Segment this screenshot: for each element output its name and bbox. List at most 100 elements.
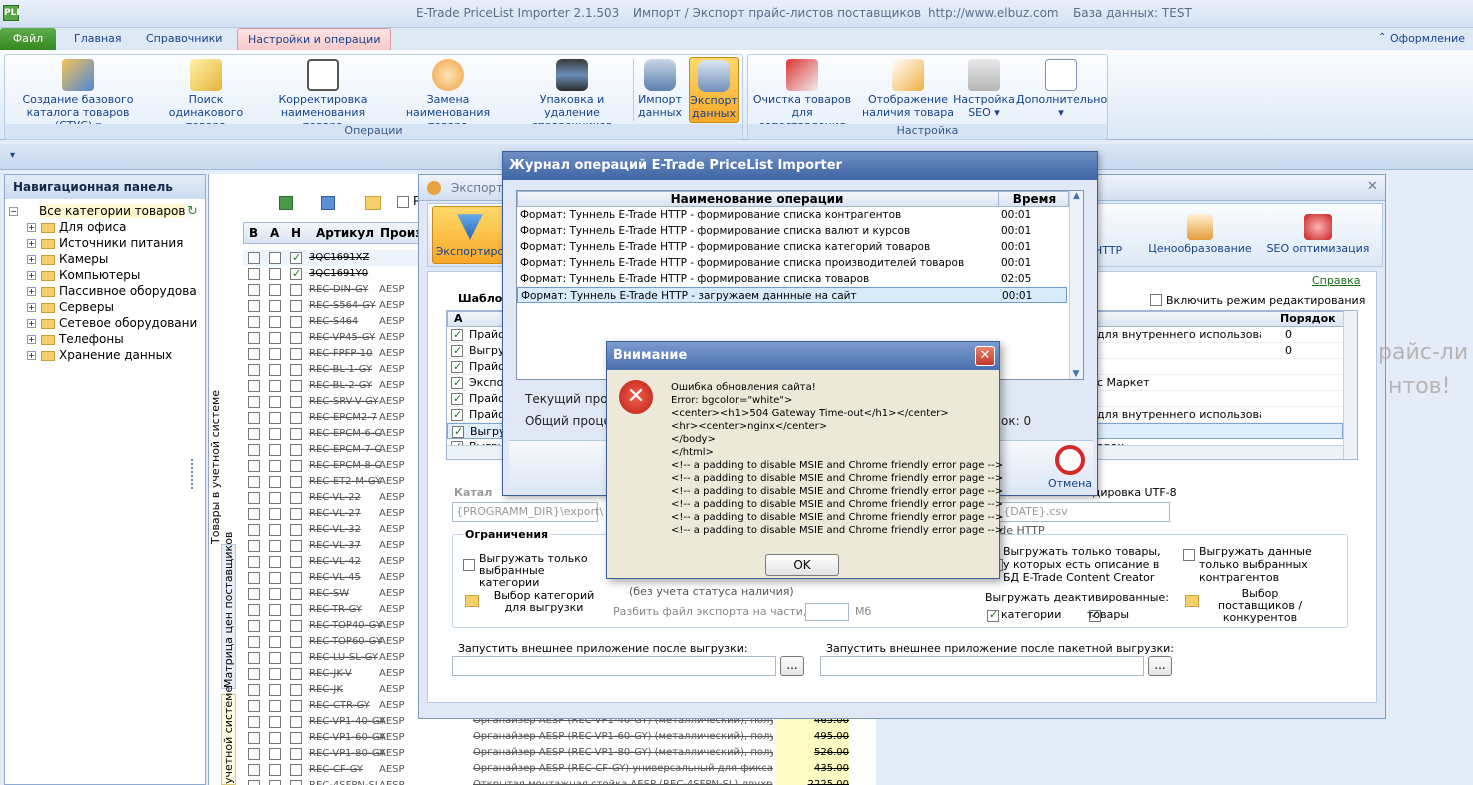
- table-row[interactable]: REC-CTR-GY AESP: [243, 698, 425, 714]
- row-checkbox-a[interactable]: [269, 428, 281, 440]
- expand-icon[interactable]: +: [27, 223, 36, 232]
- row-checkbox-v[interactable]: [248, 492, 260, 504]
- filter-checkbox[interactable]: [397, 196, 409, 208]
- row-checkbox-n[interactable]: [290, 700, 302, 712]
- row-checkbox-a[interactable]: [269, 732, 281, 744]
- quick-access-dropdown-icon[interactable]: ▾: [10, 150, 15, 161]
- column-header[interactable]: Н: [291, 223, 301, 243]
- row-checkbox-n[interactable]: [290, 364, 302, 376]
- collapse-icon[interactable]: −: [9, 207, 18, 216]
- row-checkbox-v[interactable]: [248, 348, 260, 360]
- row-checkbox-n[interactable]: [290, 492, 302, 504]
- row-checkbox-a[interactable]: [269, 636, 281, 648]
- row-checkbox-v[interactable]: [248, 604, 260, 616]
- tab-file[interactable]: Файл: [0, 28, 56, 50]
- row-checkbox-v[interactable]: [248, 364, 260, 376]
- expand-icon[interactable]: +: [27, 351, 36, 360]
- table-row[interactable]: Органайзер AESP (REC-CF-GY) универсальны…: [473, 761, 873, 777]
- table-row[interactable]: REC-TR-GY AESP: [243, 602, 425, 618]
- journal-row[interactable]: Формат: Туннель E-Trade HTTP - формирова…: [517, 255, 1067, 271]
- row-checkbox-v[interactable]: [248, 284, 260, 296]
- row-checkbox-v[interactable]: [248, 636, 260, 648]
- template-checkbox[interactable]: [451, 391, 463, 407]
- expand-icon[interactable]: +: [27, 303, 36, 312]
- row-checkbox-a[interactable]: [269, 572, 281, 584]
- row-checkbox-v[interactable]: [248, 700, 260, 712]
- row-checkbox-v[interactable]: [248, 556, 260, 568]
- row-checkbox-n[interactable]: [290, 540, 302, 552]
- row-checkbox-v[interactable]: [248, 732, 260, 744]
- table-row[interactable]: REC-EPCM-8-C AESP: [243, 458, 425, 474]
- table-row[interactable]: REC-FPFP-10 AESP: [243, 346, 425, 362]
- ext-app-field[interactable]: [452, 656, 776, 676]
- row-checkbox-v[interactable]: [248, 476, 260, 488]
- row-checkbox-v[interactable]: [248, 316, 260, 328]
- row-checkbox-a[interactable]: [269, 716, 281, 728]
- table-row[interactable]: REC-SW AESP: [243, 586, 425, 602]
- table-row[interactable]: REC-VL-22 AESP: [243, 490, 425, 506]
- table-row[interactable]: REC-VL-45 AESP: [243, 570, 425, 586]
- row-checkbox-n[interactable]: [290, 396, 302, 408]
- export-data-button[interactable]: Экспорт данных: [689, 57, 739, 123]
- row-checkbox-v[interactable]: [248, 444, 260, 456]
- tree-item-all[interactable]: − Все категории товаров ↻: [5, 203, 205, 219]
- tree-item[interactable]: + Телефоны: [5, 331, 205, 347]
- table-row[interactable]: REC-LU-SL-GY AESP: [243, 650, 425, 666]
- table-row[interactable]: REC-VL-42 AESP: [243, 554, 425, 570]
- folder-icon[interactable]: [365, 196, 381, 210]
- table-row[interactable]: REC-S564-GY AESP: [243, 298, 425, 314]
- row-checkbox-a[interactable]: [269, 588, 281, 600]
- catalog-path-field[interactable]: {PROGRAMM_DIR}\export\: [452, 502, 603, 522]
- row-checkbox-n[interactable]: [290, 348, 302, 360]
- row-checkbox-n[interactable]: [290, 652, 302, 664]
- row-checkbox-a[interactable]: [269, 476, 281, 488]
- filter-icon[interactable]: [321, 196, 335, 210]
- row-checkbox-a[interactable]: [269, 700, 281, 712]
- row-checkbox-v[interactable]: [248, 748, 260, 760]
- vertical-tab-price-matrix[interactable]: Матрица цен поставщиков: [221, 532, 236, 689]
- edit-mode-checkbox[interactable]: [1150, 294, 1162, 306]
- row-checkbox-a[interactable]: [269, 316, 281, 328]
- tree-item[interactable]: + Хранение данных: [5, 347, 205, 363]
- vertical-tab-accounting[interactable]: Товары в учетной системе: [209, 390, 222, 544]
- ok-button[interactable]: OK: [765, 554, 839, 576]
- correct-names-button[interactable]: Корректировка наименования товара: [263, 55, 383, 132]
- row-checkbox-v[interactable]: [248, 428, 260, 440]
- tab-refs[interactable]: Справочники: [136, 28, 232, 50]
- template-checkbox[interactable]: [451, 327, 463, 343]
- column-header[interactable]: Порядок: [1280, 312, 1336, 326]
- row-checkbox-a[interactable]: [269, 460, 281, 472]
- row-checkbox-n[interactable]: [290, 780, 302, 785]
- row-checkbox-a[interactable]: [269, 268, 281, 280]
- row-checkbox-a[interactable]: [269, 396, 281, 408]
- template-checkbox[interactable]: [451, 375, 463, 391]
- row-checkbox-a[interactable]: [269, 284, 281, 296]
- row-checkbox-a[interactable]: [269, 524, 281, 536]
- row-checkbox-n[interactable]: [290, 300, 302, 312]
- column-header[interactable]: А: [270, 223, 279, 243]
- journal-row[interactable]: Формат: Туннель E-Trade HTTP - загружаем…: [517, 287, 1067, 303]
- pick-categories-button[interactable]: Выбор категорий для выгрузки: [485, 590, 603, 614]
- column-header[interactable]: В: [249, 223, 258, 243]
- tree-item[interactable]: + Компьютеры: [5, 267, 205, 283]
- table-row[interactable]: Открытая монтажная стойка AESP (REC-4SFP…: [473, 777, 873, 785]
- show-availability-button[interactable]: Отображение наличия товара: [858, 55, 958, 125]
- row-checkbox-a[interactable]: [269, 684, 281, 696]
- table-row[interactable]: REC-VP1-40-GY AESP: [243, 714, 425, 730]
- table-row[interactable]: REC-ET2-M-GY AESP: [243, 474, 425, 490]
- seo-button[interactable]: SEO оптимизация: [1262, 210, 1374, 280]
- row-checkbox-a[interactable]: [269, 748, 281, 760]
- template-checkbox[interactable]: [451, 359, 463, 375]
- import-data-button[interactable]: Импорт данных: [637, 55, 683, 125]
- replace-names-button[interactable]: Замена наименования товара: [385, 55, 511, 132]
- row-checkbox-v[interactable]: [248, 588, 260, 600]
- journal-row[interactable]: Формат: Туннель E-Trade HTTP - формирова…: [517, 271, 1067, 287]
- row-checkbox-a[interactable]: [269, 252, 281, 264]
- find-same-button[interactable]: Поиск одинакового товара: [151, 55, 261, 132]
- row-checkbox-a[interactable]: [269, 764, 281, 776]
- journal-row[interactable]: Формат: Туннель E-Trade HTTP - формирова…: [517, 239, 1067, 255]
- table-row[interactable]: REC-BL-1-GY AESP: [243, 362, 425, 378]
- expand-icon[interactable]: +: [27, 255, 36, 264]
- ext-app-batch-field[interactable]: [820, 656, 1144, 676]
- row-checkbox-v[interactable]: [248, 332, 260, 344]
